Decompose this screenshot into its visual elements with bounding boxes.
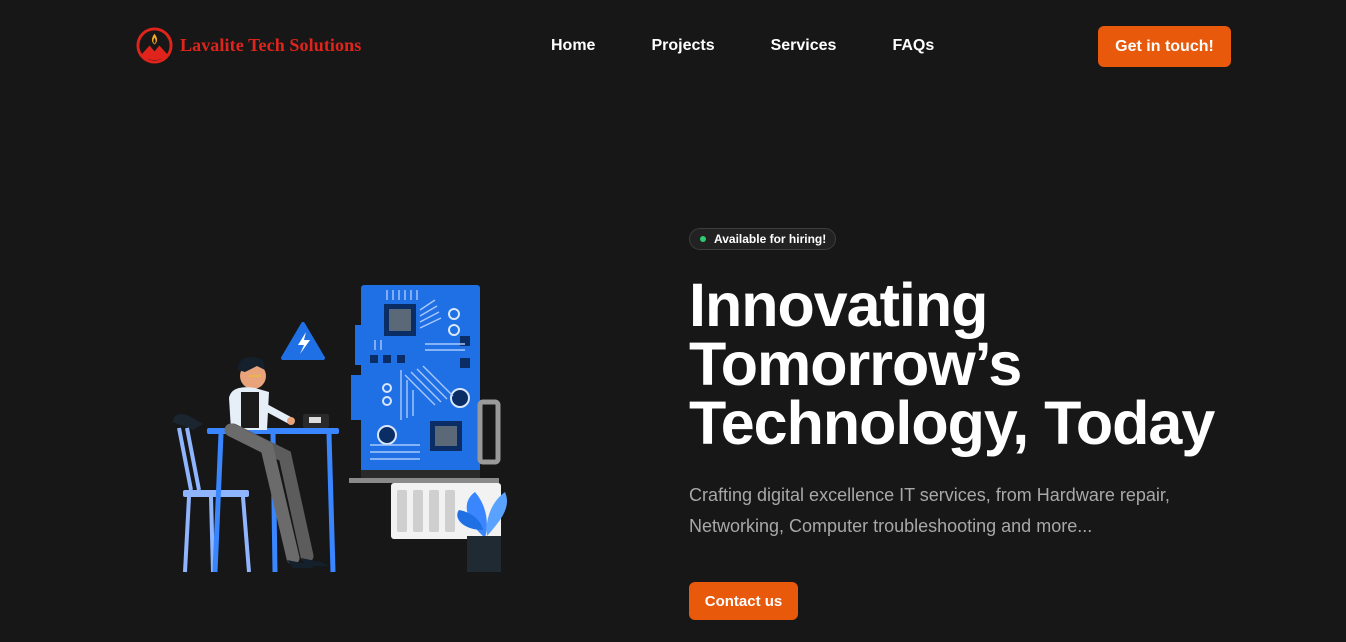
headline-line-1: Innovating: [689, 271, 988, 339]
technician-figure: [224, 357, 329, 568]
headline-line-3: Technology, Today: [689, 389, 1215, 457]
nav-projects[interactable]: Projects: [651, 37, 714, 55]
brand-name: Lavalite Tech Solutions: [180, 35, 362, 55]
nav-faqs[interactable]: FAQs: [892, 37, 934, 55]
lightning-warning-icon: [281, 322, 325, 360]
flame-logo-icon: [136, 27, 173, 64]
hero-section: Available for hiring! Innovating Tomorro…: [689, 228, 1309, 620]
hero-illustration: [173, 285, 507, 573]
badge-label: Available for hiring!: [714, 232, 827, 246]
status-dot-icon: [700, 236, 706, 242]
get-in-touch-button[interactable]: Get in touch!: [1098, 26, 1231, 67]
contact-us-button[interactable]: Contact us: [689, 582, 798, 620]
hero-subtitle: Crafting digital excellence IT services,…: [689, 485, 1170, 536]
nav-home[interactable]: Home: [551, 37, 595, 55]
hero-headline: Innovating Tomorrow’s Technology, Today: [689, 271, 1309, 457]
circuit-board-graphic: [351, 285, 501, 480]
top-navbar: Lavalite Tech Solutions Home Projects Se…: [0, 0, 1346, 92]
headline-line-2: Tomorrow’s: [689, 330, 1022, 398]
hiring-status-badge: Available for hiring!: [689, 228, 837, 250]
nav-services[interactable]: Services: [771, 37, 837, 55]
nav-menu: Home Projects Services FAQs: [551, 37, 934, 55]
brand-link[interactable]: Lavalite Tech Solutions: [135, 26, 361, 65]
